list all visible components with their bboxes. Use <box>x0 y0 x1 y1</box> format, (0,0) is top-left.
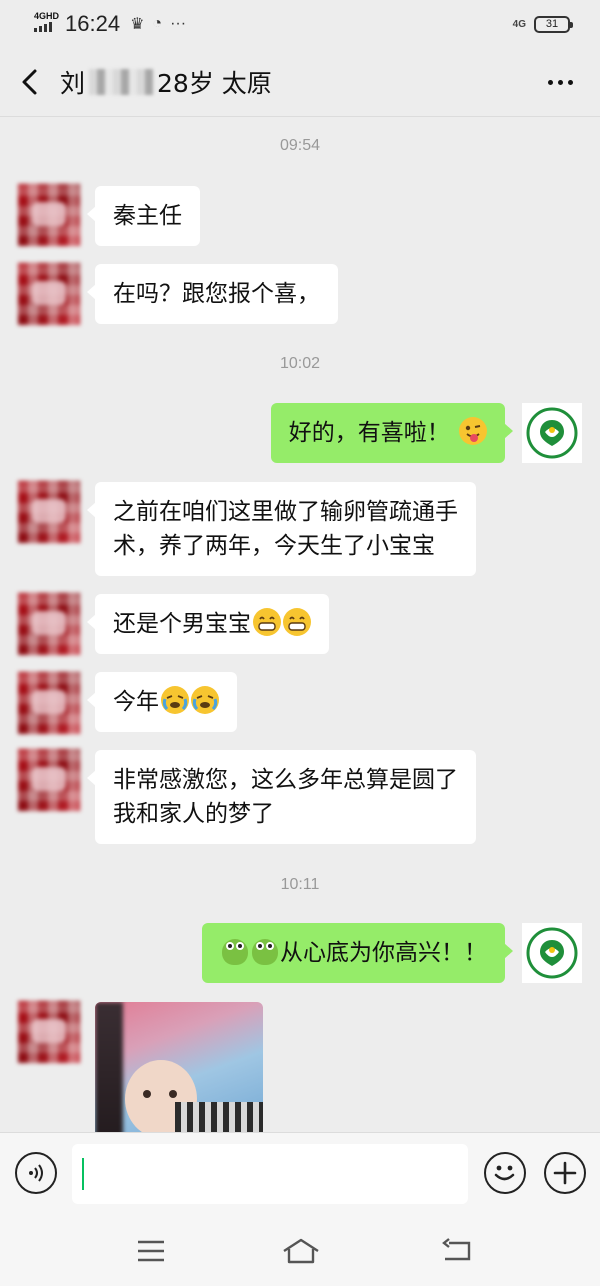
message-text: 好的，有喜啦！ <box>288 420 450 446</box>
chat-header: 刘 28岁 太原 <box>0 48 600 116</box>
message-bubble[interactable]: 非常感激您，这么多年总算是圆了 我和家人的梦了 <box>87 750 476 844</box>
hospital-logo-icon <box>526 407 578 459</box>
return-icon <box>442 1238 471 1261</box>
my-avatar[interactable] <box>522 403 582 463</box>
home-nav-button[interactable] <box>280 1234 322 1268</box>
message-text: 秦主任 <box>113 203 182 229</box>
text-caret <box>82 1158 84 1190</box>
message-text-line: 我和家人的梦了 <box>113 801 274 827</box>
my-avatar[interactable] <box>522 923 582 983</box>
timestamp: 10:02 <box>279 355 321 372</box>
plus-icon <box>553 1161 577 1185</box>
contact-avatar[interactable] <box>18 481 80 543</box>
signal-icon <box>34 22 59 32</box>
timestamp: 09:54 <box>279 137 321 154</box>
clock: 16:24 <box>65 11 121 36</box>
message-text: 还是个男宝宝 <box>113 611 251 637</box>
status-bar: 4GHD 16:24 ♛ ◔ ··· 4G 31 <box>0 0 600 48</box>
message-text-line: 非常感激您，这么多年总算是圆了 <box>113 767 458 793</box>
back-nav-button[interactable] <box>440 1234 474 1268</box>
message-bubble[interactable]: 秦主任 <box>87 186 200 246</box>
home-icon <box>283 1238 319 1264</box>
more-options-icon[interactable] <box>520 48 600 116</box>
message-bubble-sent[interactable]: 好的，有喜啦！ <box>270 403 514 463</box>
contact-avatar[interactable] <box>18 593 80 655</box>
privacy-icon: ◔ <box>152 15 163 32</box>
contact-avatar[interactable] <box>18 749 80 811</box>
message-text: 今年 <box>113 689 159 715</box>
more-dots-icon: ··· <box>170 15 187 32</box>
message-bubble[interactable]: 今年 <box>87 672 237 732</box>
network-label: 4GHD <box>34 11 60 21</box>
grinning-emoji-icon <box>283 608 311 636</box>
message-text: 从心底为你高兴！！ <box>280 940 487 966</box>
message-text-line: 术，养了两年，今天生了小宝宝 <box>113 533 435 559</box>
message-bubble[interactable]: 还是个男宝宝 <box>87 594 329 654</box>
network-indicator: 4GHD <box>34 12 59 32</box>
message-bubble[interactable]: 之前在咱们这里做了输卵管疏通手 术，养了两年，今天生了小宝宝 <box>87 482 476 576</box>
input-bar <box>0 1132 600 1214</box>
crying-emoji-icon <box>161 686 189 714</box>
message-text-line: 之前在咱们这里做了输卵管疏通手 <box>113 499 458 525</box>
contact-avatar[interactable] <box>18 1001 80 1063</box>
frog-emoji-icon <box>222 939 248 965</box>
menu-icon <box>138 1240 164 1262</box>
menu-nav-button[interactable] <box>134 1234 168 1268</box>
smiley-icon <box>494 1165 515 1181</box>
network-right-label: 4G <box>512 18 526 30</box>
contact-name-prefix: 刘 <box>60 69 86 98</box>
message-input[interactable] <box>72 1144 468 1204</box>
contact-avatar[interactable] <box>18 672 80 734</box>
crying-emoji-icon <box>191 686 219 714</box>
battery-level: 31 <box>545 18 559 30</box>
voice-input-button[interactable] <box>15 1152 57 1194</box>
contact-title: 刘 28岁 太原 <box>60 64 272 100</box>
contact-avatar[interactable] <box>18 184 80 246</box>
battery-icon: 31 <box>534 15 573 33</box>
grinning-emoji-icon <box>253 608 281 636</box>
frog-emoji-icon <box>252 939 278 965</box>
back-arrow-icon[interactable] <box>0 48 60 116</box>
voice-icon <box>29 1164 43 1182</box>
message-bubble[interactable]: 在吗？跟您报个喜， <box>87 264 338 324</box>
image-message[interactable] <box>95 1002 263 1132</box>
more-functions-button[interactable] <box>544 1152 586 1194</box>
crown-icon: ♛ <box>130 16 145 33</box>
winking-tongue-emoji-icon <box>459 417 487 445</box>
message-text: 在吗？跟您报个喜， <box>113 281 320 307</box>
emoji-button[interactable] <box>484 1152 526 1194</box>
contact-name-suffix: 28岁 太原 <box>157 69 272 98</box>
message-list[interactable]: 09:54 秦主任 在吗？跟您报个喜， 10:02 好的，有喜啦！ 之前在咱们这… <box>0 117 600 1132</box>
timestamp: 10:11 <box>280 876 320 893</box>
message-bubble-sent[interactable]: 从心底为你高兴！！ <box>202 923 513 983</box>
contact-avatar[interactable] <box>18 263 80 325</box>
system-nav-bar <box>0 1214 600 1286</box>
blurred-name <box>89 69 154 95</box>
hospital-logo-icon <box>526 927 578 979</box>
